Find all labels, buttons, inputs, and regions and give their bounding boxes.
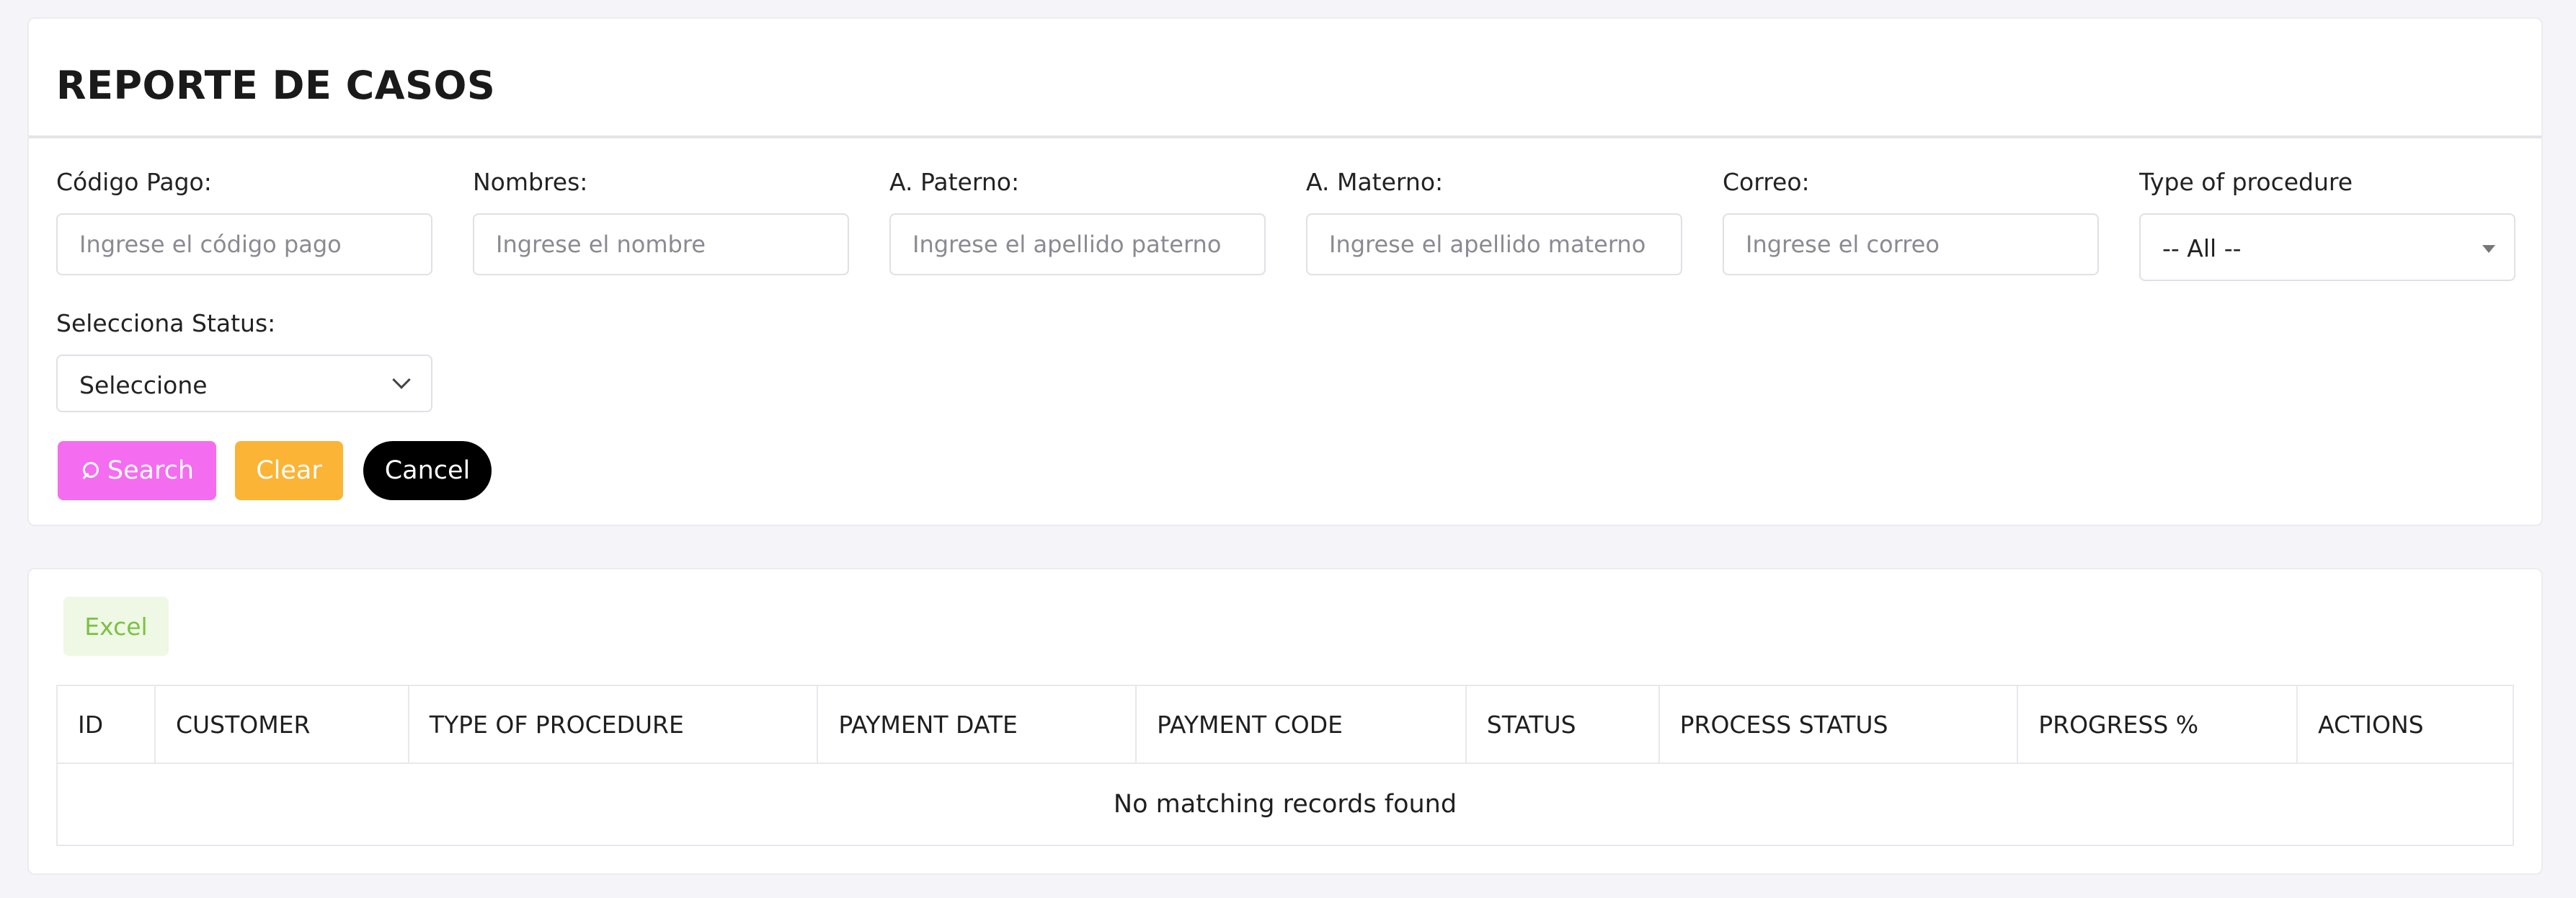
column-header-type-of-procedure[interactable]: TYPE OF PROCEDURE [407, 685, 819, 764]
search-button[interactable]: Search [58, 441, 216, 500]
status-select-value: Seleccione [79, 371, 208, 399]
nombres-label: Nombres: [473, 168, 588, 196]
chevron-down-icon [392, 370, 411, 389]
column-header-progress[interactable]: PROGRESS % [2017, 685, 2299, 764]
nombres-input[interactable] [473, 213, 849, 275]
column-header-customer[interactable]: CUSTOMER [154, 685, 409, 764]
column-header-process-status[interactable]: PROCESS STATUS [1658, 685, 2019, 764]
column-header-status[interactable]: STATUS [1465, 685, 1660, 764]
empty-table-message: No matching records found [56, 763, 2514, 846]
procedure-label: Type of procedure [2139, 168, 2353, 196]
caret-down-icon [2482, 245, 2495, 253]
correo-label: Correo: [1723, 168, 1810, 196]
procedure-select-value: -- All -- [2162, 234, 2242, 262]
status-select[interactable]: Seleccione [56, 355, 432, 412]
table-row: No matching records found [56, 763, 2514, 846]
column-header-payment-date[interactable]: PAYMENT DATE [817, 685, 1137, 764]
cancel-button-label: Cancel [384, 456, 471, 485]
paterno-label: A. Paterno: [889, 168, 1020, 196]
correo-input[interactable] [1723, 213, 2099, 275]
paterno-input[interactable] [889, 213, 1266, 275]
procedure-select[interactable]: -- All -- [2139, 213, 2515, 281]
status-label: Selecciona Status: [56, 309, 276, 337]
card-header: REPORTE DE CASOS [29, 19, 2541, 138]
materno-input[interactable] [1306, 213, 1682, 275]
results-card: Excel ID CUSTOMER TYPE OF PROCEDURE PAYM… [27, 568, 2543, 875]
table-header-row: ID CUSTOMER TYPE OF PROCEDURE PAYMENT DA… [56, 685, 2514, 764]
search-icon [80, 461, 100, 481]
clear-button[interactable]: Clear [235, 441, 343, 500]
excel-button-label: Excel [84, 612, 148, 641]
materno-label: A. Materno: [1306, 168, 1444, 196]
page-title: REPORTE DE CASOS [56, 63, 496, 108]
excel-export-button[interactable]: Excel [63, 597, 169, 656]
results-table: ID CUSTOMER TYPE OF PROCEDURE PAYMENT DA… [56, 685, 2514, 846]
column-header-id[interactable]: ID [56, 685, 156, 764]
codigo-pago-label: Código Pago: [56, 168, 212, 196]
cancel-button[interactable]: Cancel [363, 441, 492, 500]
column-header-payment-code[interactable]: PAYMENT CODE [1135, 685, 1467, 764]
filters-card: REPORTE DE CASOS Código Pago: Nombres: A… [27, 17, 2543, 526]
search-button-label: Search [107, 456, 195, 485]
codigo-pago-input[interactable] [56, 213, 432, 275]
clear-button-label: Clear [256, 456, 322, 485]
column-header-actions[interactable]: ACTIONS [2296, 685, 2514, 764]
